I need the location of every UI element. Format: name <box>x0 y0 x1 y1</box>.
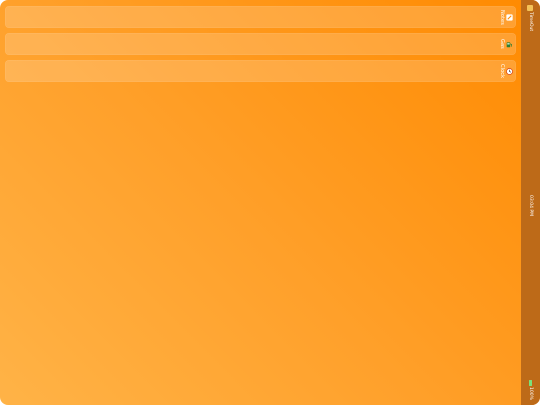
notes-icon <box>506 13 513 21</box>
app-name: TimeOut <box>528 12 533 32</box>
clock-widget[interactable]: Clock <box>5 60 516 82</box>
notes-widget-title: Notes <box>499 9 505 25</box>
sidebar-app[interactable]: TimeOut <box>527 5 533 31</box>
gas-pump-icon <box>506 41 512 47</box>
notes-widget-header: Notes <box>499 6 513 28</box>
notes-widget[interactable]: Notes <box>5 6 516 28</box>
time-text: 03:04 PM <box>528 195 533 216</box>
widget-list: Notes Gas Clock <box>5 6 516 87</box>
gas-widget[interactable]: Gas <box>5 33 516 55</box>
timeout-app-icon <box>527 5 533 11</box>
home-screen: Notes Gas Clock TimeOut 03:04 PM 100% <box>0 0 540 405</box>
gas-widget-title: Gas <box>499 39 505 49</box>
sidebar: TimeOut 03:04 PM 100% <box>521 0 540 405</box>
gas-widget-header: Gas <box>499 33 513 55</box>
clock-icon <box>506 67 513 75</box>
clock-readout: 03:04 PM <box>527 195 533 220</box>
battery-icon <box>528 380 532 386</box>
battery-text: 100% <box>528 387 533 400</box>
battery-status: 100% <box>527 380 533 400</box>
clock-widget-header: Clock <box>499 60 513 82</box>
clock-widget-title: Clock <box>499 63 505 79</box>
